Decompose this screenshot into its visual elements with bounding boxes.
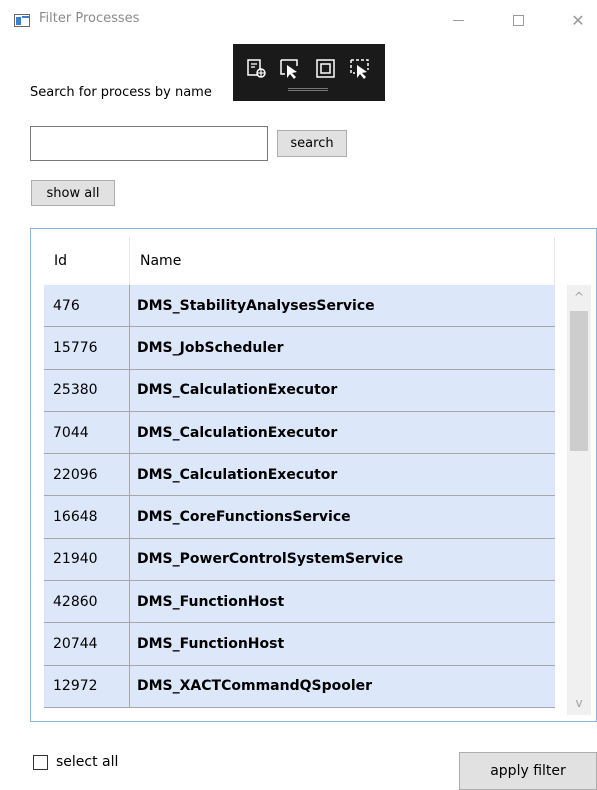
cell-id: 22096 xyxy=(44,454,130,496)
cell-id: 42860 xyxy=(44,581,130,623)
display-layout-adorners-icon[interactable] xyxy=(315,58,337,80)
scroll-up-icon[interactable]: ^ xyxy=(567,285,591,309)
table-row[interactable]: 22096 DMS_CalculationExecutor xyxy=(44,454,555,497)
cell-id: 476 xyxy=(44,285,130,327)
cell-name: DMS_CalculationExecutor xyxy=(137,466,338,483)
apply-filter-button[interactable]: apply filter xyxy=(459,752,597,790)
close-button[interactable]: ✕ xyxy=(556,0,597,40)
minimize-button[interactable] xyxy=(436,0,480,40)
live-visual-tree-icon[interactable] xyxy=(246,58,268,80)
table-row[interactable]: 25380 DMS_CalculationExecutor xyxy=(44,369,555,412)
table-row[interactable]: 12972 DMS_XACTCommandQSpooler xyxy=(44,665,555,708)
cell-name: DMS_CalculationExecutor xyxy=(137,424,338,441)
select-element-icon[interactable] xyxy=(279,58,301,80)
cell-name: DMS_FunctionHost xyxy=(137,636,285,653)
column-header-name[interactable]: Name xyxy=(130,237,555,285)
cell-id: 15776 xyxy=(44,327,130,369)
search-label: Search for process by name xyxy=(30,85,212,100)
table-row[interactable]: 42860 DMS_FunctionHost xyxy=(44,581,555,624)
devtools-drag-handle[interactable] xyxy=(288,88,328,91)
cell-id: 12972 xyxy=(44,665,130,707)
window-title: Filter Processes xyxy=(39,11,140,26)
title-bar: Filter Processes ✕ xyxy=(0,0,597,40)
search-input[interactable] xyxy=(30,126,268,161)
maximize-button[interactable] xyxy=(496,0,540,40)
cell-name: DMS_CalculationExecutor xyxy=(137,382,338,399)
table-row[interactable]: 21940 DMS_PowerControlSystemService xyxy=(44,538,555,582)
cell-id: 25380 xyxy=(44,369,130,411)
close-icon: ✕ xyxy=(571,10,585,30)
select-all-label: select all xyxy=(56,754,119,770)
process-grid[interactable]: Id Name 476 DMS_StabilityAnalysesService … xyxy=(30,228,597,722)
select-all-checkbox[interactable]: select all xyxy=(33,754,118,770)
table-row[interactable]: 15776 DMS_JobScheduler xyxy=(44,327,555,370)
maximize-icon xyxy=(512,14,524,26)
checkbox-icon[interactable] xyxy=(33,754,48,770)
cell-id: 7044 xyxy=(44,411,130,454)
cell-id: 16648 xyxy=(44,496,130,538)
track-focused-element-icon[interactable] xyxy=(349,58,371,80)
table-row[interactable]: 20744 DMS_FunctionHost xyxy=(44,623,555,666)
cell-name: DMS_StabilityAnalysesService xyxy=(137,297,375,314)
cell-name: DMS_XACTCommandQSpooler xyxy=(137,678,373,695)
column-header-filler xyxy=(555,237,585,285)
cell-name: DMS_PowerControlSystemService xyxy=(137,551,404,568)
cell-name: DMS_FunctionHost xyxy=(137,593,285,610)
column-header-id[interactable]: Id xyxy=(44,237,130,285)
grid-rows: 476 DMS_StabilityAnalysesService 15776 DMS… xyxy=(44,285,555,708)
devtools-toolbar xyxy=(233,44,385,101)
minimize-icon xyxy=(452,19,464,21)
cell-id: 21940 xyxy=(44,538,130,581)
table-row[interactable]: 16648 DMS_CoreFunctionsService xyxy=(44,496,555,539)
app-icon xyxy=(14,14,30,27)
cell-name: DMS_JobScheduler xyxy=(137,339,284,356)
table-row[interactable]: 7044 DMS_CalculationExecutor xyxy=(44,411,555,455)
scroll-down-icon[interactable]: v xyxy=(567,691,591,715)
scroll-thumb[interactable] xyxy=(570,311,588,451)
search-button[interactable]: search xyxy=(277,130,347,157)
cell-id: 20744 xyxy=(44,623,130,665)
vertical-scrollbar[interactable]: ^ v xyxy=(567,285,591,715)
table-row[interactable]: 476 DMS_StabilityAnalysesService xyxy=(44,285,555,328)
show-all-button[interactable]: show all xyxy=(31,180,115,206)
cell-name: DMS_CoreFunctionsService xyxy=(137,509,351,526)
grid-header: Id Name xyxy=(44,237,585,285)
